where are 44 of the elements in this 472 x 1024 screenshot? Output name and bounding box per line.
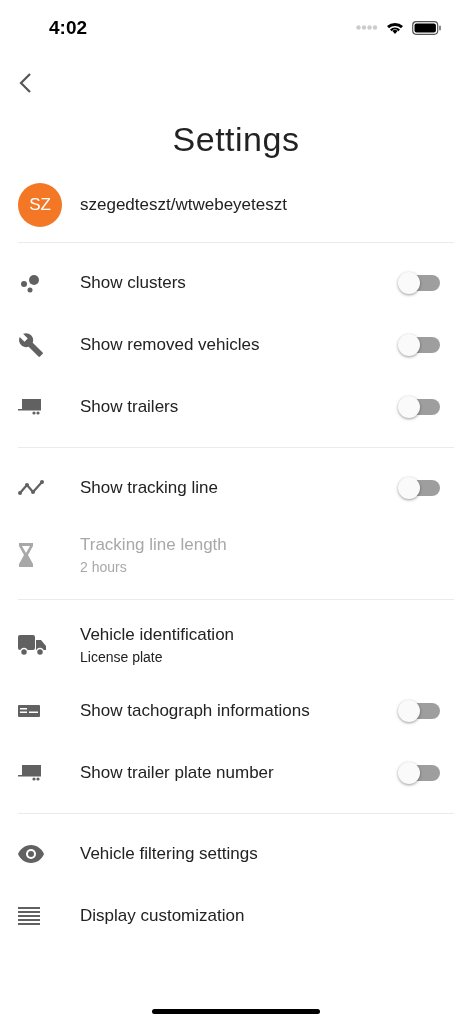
setting-label: Show removed vehicles [80, 335, 261, 355]
line-chart-icon [18, 479, 44, 497]
settings-row[interactable]: Show clusters [0, 252, 472, 314]
setting-label: Show tachograph informations [80, 701, 311, 721]
status-time: 4:02 [49, 16, 88, 39]
toggle-switch[interactable] [400, 480, 440, 496]
setting-label: Show trailer plate number [80, 763, 275, 783]
hourglass-icon [18, 542, 34, 567]
setting-label: Show trailers [80, 397, 180, 417]
wifi-icon [386, 20, 404, 35]
setting-label: Display customization [80, 906, 246, 926]
card-icon [18, 705, 40, 717]
settings-row[interactable]: Show tracking line [0, 457, 472, 519]
setting-label: Vehicle identification [80, 624, 236, 645]
eye-icon [18, 845, 44, 863]
list-icon [18, 907, 40, 925]
settings-row[interactable]: Vehicle identification License plate [0, 609, 472, 680]
wrench-icon [18, 332, 44, 358]
toggle-switch[interactable] [400, 337, 440, 353]
trailer-icon [18, 398, 42, 416]
settings-row[interactable]: Show trailers [0, 376, 472, 438]
setting-label: Show tracking line [80, 478, 219, 498]
chevron-left-icon [18, 71, 32, 94]
settings-row[interactable]: Vehicle filtering settings [0, 823, 472, 885]
toggle-switch[interactable] [400, 399, 440, 415]
avatar: SZ [18, 183, 62, 227]
setting-value: 2 hours [80, 558, 128, 575]
account-name: szegedteszt/wtwebeyeteszt [80, 195, 287, 215]
settings-row[interactable]: Show trailer plate number [0, 742, 472, 804]
toggle-switch[interactable] [400, 703, 440, 719]
setting-value: License plate [80, 648, 164, 665]
settings-row[interactable]: Show removed vehicles [0, 314, 472, 376]
setting-label: Tracking line length [80, 534, 228, 555]
trailer-icon [18, 764, 42, 782]
settings-row[interactable]: Display customization [0, 885, 472, 947]
setting-label: Vehicle filtering settings [80, 844, 259, 864]
toggle-switch[interactable] [400, 275, 440, 291]
page-title: Settings [171, 118, 301, 160]
setting-label: Show clusters [80, 273, 187, 293]
truck-icon [18, 632, 46, 657]
signal-icon [356, 25, 378, 30]
toggle-switch[interactable] [400, 765, 440, 781]
settings-row[interactable]: Show tachograph informations [0, 680, 472, 742]
battery-icon [412, 20, 442, 35]
